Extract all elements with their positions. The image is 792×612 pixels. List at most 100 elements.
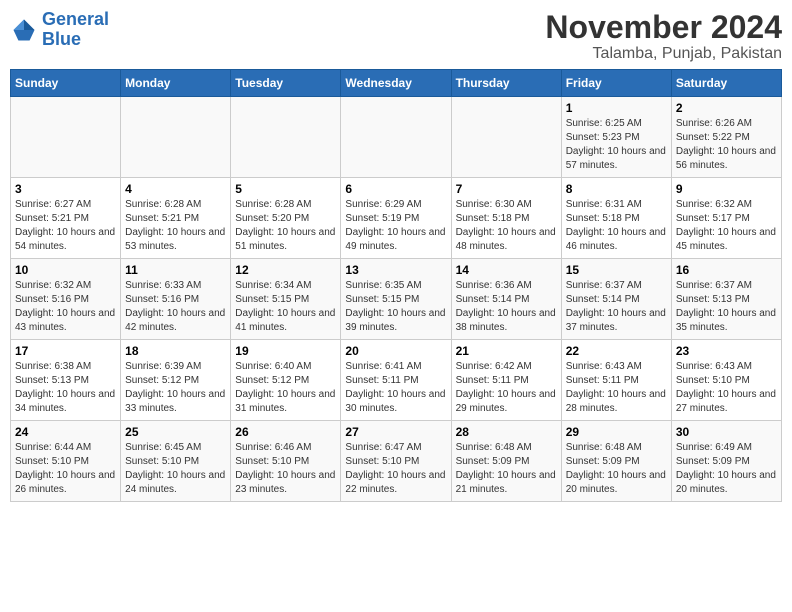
calendar-week-row: 17 Sunrise: 6:38 AMSunset: 5:13 PMDayligh… (11, 340, 782, 421)
logo-line2: Blue (42, 29, 81, 49)
day-number: 2 (676, 101, 777, 115)
day-info: Sunrise: 6:37 AMSunset: 5:13 PMDaylight:… (676, 279, 777, 335)
calendar-day-cell: 6 Sunrise: 6:29 AMSunset: 5:19 PMDaylight… (341, 178, 451, 259)
logo-icon (10, 16, 38, 44)
day-number: 17 (15, 344, 116, 358)
day-number: 15 (566, 263, 667, 277)
day-number: 12 (235, 263, 336, 277)
calendar-day-cell: 3 Sunrise: 6:27 AMSunset: 5:21 PMDaylight… (11, 178, 121, 259)
calendar-day-cell: 27Sunrise: 6:47 AMSunset: 5:10 PMDayligh… (341, 421, 451, 502)
calendar-day-cell: 29 Sunrise: 6:48 AMSunset: 5:09 PMDayligh… (561, 421, 671, 502)
day-info: Sunrise: 6:27 AMSunset: 5:21 PMDaylight:… (15, 198, 116, 254)
day-info: Sunrise: 6:43 AMSunset: 5:11 PMDaylight:… (566, 360, 667, 416)
calendar-day-cell: 19 Sunrise: 6:40 AMSunset: 5:12 PMDayligh… (231, 340, 341, 421)
calendar-day-cell: 24 Sunrise: 6:44 AMSunset: 5:10 PMDayligh… (11, 421, 121, 502)
day-info: Sunrise: 6:38 AMSunset: 5:13 PMDaylight:… (15, 360, 116, 416)
calendar-day-cell (231, 97, 341, 178)
day-info: Sunrise: 6:28 AMSunset: 5:21 PMDaylight:… (125, 198, 226, 254)
day-number: 13 (345, 263, 446, 277)
calendar-day-cell: 18 Sunrise: 6:39 AMSunset: 5:12 PMDayligh… (121, 340, 231, 421)
logo: General Blue (10, 10, 109, 50)
day-number: 26 (235, 425, 336, 439)
day-info: Sunrise: 6:46 AMSunset: 5:10 PMDaylight:… (235, 441, 336, 497)
calendar-table: SundayMondayTuesdayWednesdayThursdayFrid… (10, 69, 782, 502)
day-number: 28 (456, 425, 557, 439)
day-info: Sunrise: 6:25 AMSunset: 5:23 PMDaylight:… (566, 117, 667, 173)
day-number: 4 (125, 182, 226, 196)
calendar-day-cell: 17 Sunrise: 6:38 AMSunset: 5:13 PMDayligh… (11, 340, 121, 421)
day-info: Sunrise: 6:29 AMSunset: 5:19 PMDaylight:… (345, 198, 446, 254)
weekday-header: Saturday (671, 70, 781, 97)
calendar-day-cell: 23 Sunrise: 6:43 AMSunset: 5:10 PMDayligh… (671, 340, 781, 421)
calendar-day-cell: 21 Sunrise: 6:42 AMSunset: 5:11 PMDayligh… (451, 340, 561, 421)
day-number: 6 (345, 182, 446, 196)
day-number: 18 (125, 344, 226, 358)
day-info: Sunrise: 6:32 AMSunset: 5:17 PMDaylight:… (676, 198, 777, 254)
day-number: 23 (676, 344, 777, 358)
weekday-header: Sunday (11, 70, 121, 97)
calendar-day-cell: 14Sunrise: 6:36 AMSunset: 5:14 PMDayligh… (451, 259, 561, 340)
calendar-day-cell: 9 Sunrise: 6:32 AMSunset: 5:17 PMDaylight… (671, 178, 781, 259)
calendar-title: November 2024 (545, 10, 782, 45)
day-info: Sunrise: 6:40 AMSunset: 5:12 PMDaylight:… (235, 360, 336, 416)
day-number: 24 (15, 425, 116, 439)
day-info: Sunrise: 6:48 AMSunset: 5:09 PMDaylight:… (566, 441, 667, 497)
day-info: Sunrise: 6:49 AMSunset: 5:09 PMDaylight:… (676, 441, 777, 497)
day-number: 5 (235, 182, 336, 196)
day-number: 7 (456, 182, 557, 196)
day-number: 3 (15, 182, 116, 196)
day-number: 29 (566, 425, 667, 439)
day-info: Sunrise: 6:42 AMSunset: 5:11 PMDaylight:… (456, 360, 557, 416)
day-info: Sunrise: 6:48 AMSunset: 5:09 PMDaylight:… (456, 441, 557, 497)
calendar-week-row: 1 Sunrise: 6:25 AMSunset: 5:23 PMDaylight… (11, 97, 782, 178)
calendar-day-cell: 28 Sunrise: 6:48 AMSunset: 5:09 PMDayligh… (451, 421, 561, 502)
day-number: 1 (566, 101, 667, 115)
day-number: 22 (566, 344, 667, 358)
calendar-day-cell: 15Sunrise: 6:37 AMSunset: 5:14 PMDayligh… (561, 259, 671, 340)
day-info: Sunrise: 6:39 AMSunset: 5:12 PMDaylight:… (125, 360, 226, 416)
weekday-header: Monday (121, 70, 231, 97)
day-info: Sunrise: 6:35 AMSunset: 5:15 PMDaylight:… (345, 279, 446, 335)
calendar-week-row: 3 Sunrise: 6:27 AMSunset: 5:21 PMDaylight… (11, 178, 782, 259)
title-block: November 2024 Talamba, Punjab, Pakistan (545, 10, 782, 63)
day-info: Sunrise: 6:44 AMSunset: 5:10 PMDaylight:… (15, 441, 116, 497)
calendar-day-cell: 5 Sunrise: 6:28 AMSunset: 5:20 PMDaylight… (231, 178, 341, 259)
day-number: 11 (125, 263, 226, 277)
calendar-day-cell: 7Sunrise: 6:30 AMSunset: 5:18 PMDaylight… (451, 178, 561, 259)
day-number: 27 (345, 425, 446, 439)
calendar-day-cell: 26 Sunrise: 6:46 AMSunset: 5:10 PMDayligh… (231, 421, 341, 502)
logo-line1: General (42, 9, 109, 29)
calendar-day-cell: 20Sunrise: 6:41 AMSunset: 5:11 PMDayligh… (341, 340, 451, 421)
day-number: 16 (676, 263, 777, 277)
calendar-day-cell: 25 Sunrise: 6:45 AMSunset: 5:10 PMDayligh… (121, 421, 231, 502)
calendar-day-cell (451, 97, 561, 178)
day-info: Sunrise: 6:34 AMSunset: 5:15 PMDaylight:… (235, 279, 336, 335)
day-number: 20 (345, 344, 446, 358)
calendar-day-cell (341, 97, 451, 178)
day-number: 21 (456, 344, 557, 358)
calendar-day-cell: 4 Sunrise: 6:28 AMSunset: 5:21 PMDaylight… (121, 178, 231, 259)
day-number: 8 (566, 182, 667, 196)
calendar-day-cell (121, 97, 231, 178)
weekday-header: Tuesday (231, 70, 341, 97)
day-number: 9 (676, 182, 777, 196)
logo-text: General Blue (42, 10, 109, 50)
calendar-day-cell: 1 Sunrise: 6:25 AMSunset: 5:23 PMDaylight… (561, 97, 671, 178)
day-number: 30 (676, 425, 777, 439)
calendar-day-cell (11, 97, 121, 178)
day-info: Sunrise: 6:28 AMSunset: 5:20 PMDaylight:… (235, 198, 336, 254)
calendar-day-cell: 2 Sunrise: 6:26 AMSunset: 5:22 PMDaylight… (671, 97, 781, 178)
day-number: 10 (15, 263, 116, 277)
day-info: Sunrise: 6:36 AMSunset: 5:14 PMDaylight:… (456, 279, 557, 335)
calendar-day-cell: 13 Sunrise: 6:35 AMSunset: 5:15 PMDayligh… (341, 259, 451, 340)
day-info: Sunrise: 6:45 AMSunset: 5:10 PMDaylight:… (125, 441, 226, 497)
day-number: 25 (125, 425, 226, 439)
calendar-day-cell: 22 Sunrise: 6:43 AMSunset: 5:11 PMDayligh… (561, 340, 671, 421)
calendar-day-cell: 30 Sunrise: 6:49 AMSunset: 5:09 PMDayligh… (671, 421, 781, 502)
day-info: Sunrise: 6:31 AMSunset: 5:18 PMDaylight:… (566, 198, 667, 254)
weekday-header: Friday (561, 70, 671, 97)
day-info: Sunrise: 6:26 AMSunset: 5:22 PMDaylight:… (676, 117, 777, 173)
weekday-header: Wednesday (341, 70, 451, 97)
day-number: 19 (235, 344, 336, 358)
day-info: Sunrise: 6:43 AMSunset: 5:10 PMDaylight:… (676, 360, 777, 416)
